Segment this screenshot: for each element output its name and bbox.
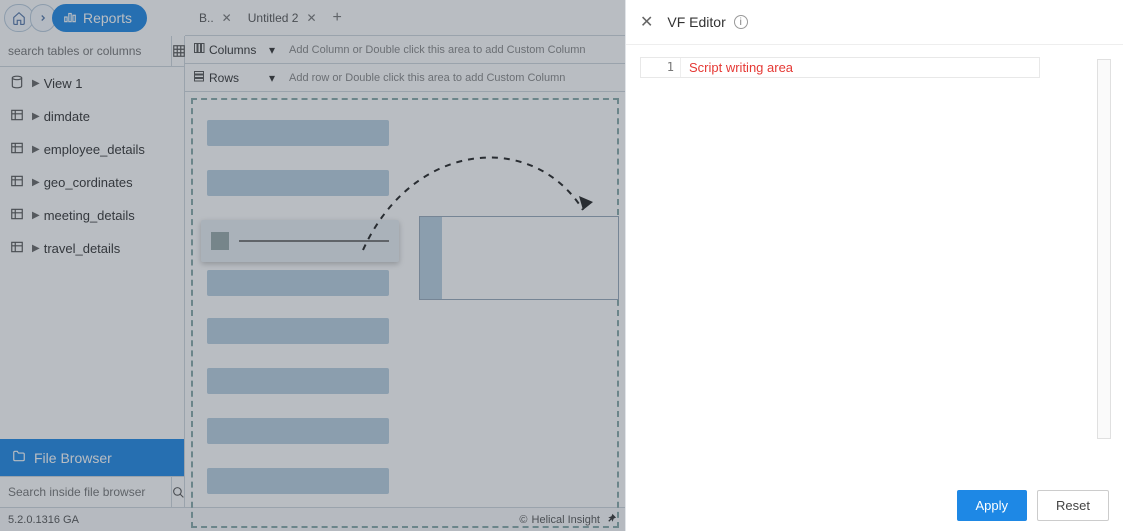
placeholder-bar	[207, 418, 389, 444]
columns-hint: Add Column or Double click this area to …	[285, 44, 625, 56]
line-number: 1	[667, 60, 674, 74]
columns-config-row[interactable]: Columns ▾ Add Column or Double click thi…	[185, 36, 625, 64]
grid-icon	[172, 44, 186, 58]
drop-target[interactable]	[419, 216, 619, 300]
chevron-right-icon	[38, 13, 48, 23]
columns-icon	[193, 42, 205, 57]
placeholder-bar	[207, 170, 389, 196]
close-icon[interactable]: ✕	[306, 11, 316, 25]
chevron-down-icon[interactable]: ▾	[269, 71, 285, 85]
tree-item-view1[interactable]: ▶ View 1	[0, 67, 184, 100]
folder-icon	[12, 449, 26, 466]
close-icon[interactable]: ✕	[222, 11, 232, 25]
file-browser-search-input[interactable]	[0, 477, 171, 507]
file-browser-header[interactable]: File Browser	[0, 439, 184, 476]
placeholder-bar	[207, 368, 389, 394]
chevron-down-icon[interactable]: ▾	[269, 43, 285, 57]
tab-label: Untitled 2	[248, 11, 299, 25]
tree-item-travel[interactable]: ▶ travel_details	[0, 232, 184, 265]
rows-hint: Add row or Double click this area to add…	[285, 72, 625, 84]
tree-label: dimdate	[44, 109, 90, 124]
sidebar: ▶ View 1 ▶ dimdate ▶ employee_details ▶ …	[0, 36, 185, 507]
dragged-item[interactable]	[201, 220, 399, 262]
caret-icon: ▶	[32, 177, 40, 188]
table-search-row	[0, 36, 184, 67]
apply-button[interactable]: Apply	[957, 490, 1028, 521]
drawer-title: VF Editor	[667, 14, 725, 30]
tree-label: meeting_details	[44, 208, 135, 223]
caret-icon: ▶	[32, 144, 40, 155]
columns-label-area: Columns	[185, 42, 269, 57]
tree-label: employee_details	[44, 142, 145, 157]
table-icon	[10, 141, 26, 158]
tree-label: View 1	[44, 76, 83, 91]
file-browser-search-button[interactable]	[171, 477, 185, 507]
drag-line-icon	[239, 240, 389, 242]
code-editor[interactable]: 1 Script writing area	[640, 57, 1040, 78]
caret-icon: ▶	[32, 210, 40, 221]
search-icon	[172, 486, 185, 499]
tables-tree: ▶ View 1 ▶ dimdate ▶ employee_details ▶ …	[0, 67, 184, 439]
placeholder-bar	[207, 270, 389, 296]
file-browser-label: File Browser	[34, 450, 112, 466]
editor-area: 1 Script writing area	[626, 45, 1123, 480]
placeholder-bar	[207, 468, 389, 494]
placeholder-bar	[207, 318, 389, 344]
search-tables-input[interactable]	[0, 36, 171, 66]
home-icon	[12, 11, 26, 25]
vf-editor-drawer: ✕ VF Editor i 1 Script writing area Appl…	[625, 0, 1123, 531]
rows-label-area: Rows	[185, 70, 269, 85]
report-canvas: B.. ✕ Untitled 2 ✕ + Columns ▾ Add Colum…	[185, 0, 625, 507]
drawer-header: ✕ VF Editor i	[626, 0, 1123, 45]
line-gutter: 1	[641, 58, 681, 77]
tab-label: B..	[199, 11, 214, 25]
tree-item-meeting[interactable]: ▶ meeting_details	[0, 199, 184, 232]
tree-label: geo_cordinates	[44, 175, 133, 190]
table-icon	[10, 240, 26, 257]
db-icon	[10, 75, 26, 92]
close-drawer-button[interactable]: ✕	[640, 12, 653, 32]
tree-item-dimdate[interactable]: ▶ dimdate	[0, 100, 184, 133]
drawer-footer: Apply Reset	[626, 480, 1123, 531]
rows-config-row[interactable]: Rows ▾ Add row or Double click this area…	[185, 64, 625, 92]
breadcrumb: Reports	[0, 0, 147, 36]
caret-icon: ▶	[32, 243, 40, 254]
toggle-grid-button[interactable]	[171, 36, 186, 66]
tree-item-employee[interactable]: ▶ employee_details	[0, 133, 184, 166]
table-icon	[10, 174, 26, 191]
reports-label: Reports	[83, 10, 132, 26]
table-icon	[10, 207, 26, 224]
caret-icon: ▶	[32, 78, 40, 89]
info-icon[interactable]: i	[734, 15, 748, 29]
file-browser-search-row	[0, 476, 184, 507]
tab-2[interactable]: Untitled 2 ✕	[240, 0, 325, 35]
reports-crumb[interactable]: Reports	[52, 4, 147, 32]
design-drop-area[interactable]	[191, 98, 619, 528]
table-icon	[10, 108, 26, 125]
columns-label: Columns	[209, 43, 256, 57]
tab-bar: B.. ✕ Untitled 2 ✕ +	[185, 0, 625, 36]
editor-scrollbar[interactable]	[1097, 59, 1111, 439]
drop-highlight	[420, 217, 442, 299]
drag-thumb-icon	[211, 232, 229, 250]
rows-label: Rows	[209, 71, 239, 85]
rows-icon	[193, 70, 205, 85]
tree-label: travel_details	[44, 241, 121, 256]
script-placeholder: Script writing area	[681, 58, 1039, 77]
add-tab-button[interactable]: +	[325, 9, 350, 27]
tab-1[interactable]: B.. ✕	[191, 0, 240, 35]
placeholder-bar	[207, 120, 389, 146]
chart-icon	[63, 10, 77, 27]
tree-item-geo[interactable]: ▶ geo_cordinates	[0, 166, 184, 199]
version-label: 5.2.0.1316 GA	[8, 514, 79, 526]
caret-icon: ▶	[32, 111, 40, 122]
reset-button[interactable]: Reset	[1037, 490, 1109, 521]
